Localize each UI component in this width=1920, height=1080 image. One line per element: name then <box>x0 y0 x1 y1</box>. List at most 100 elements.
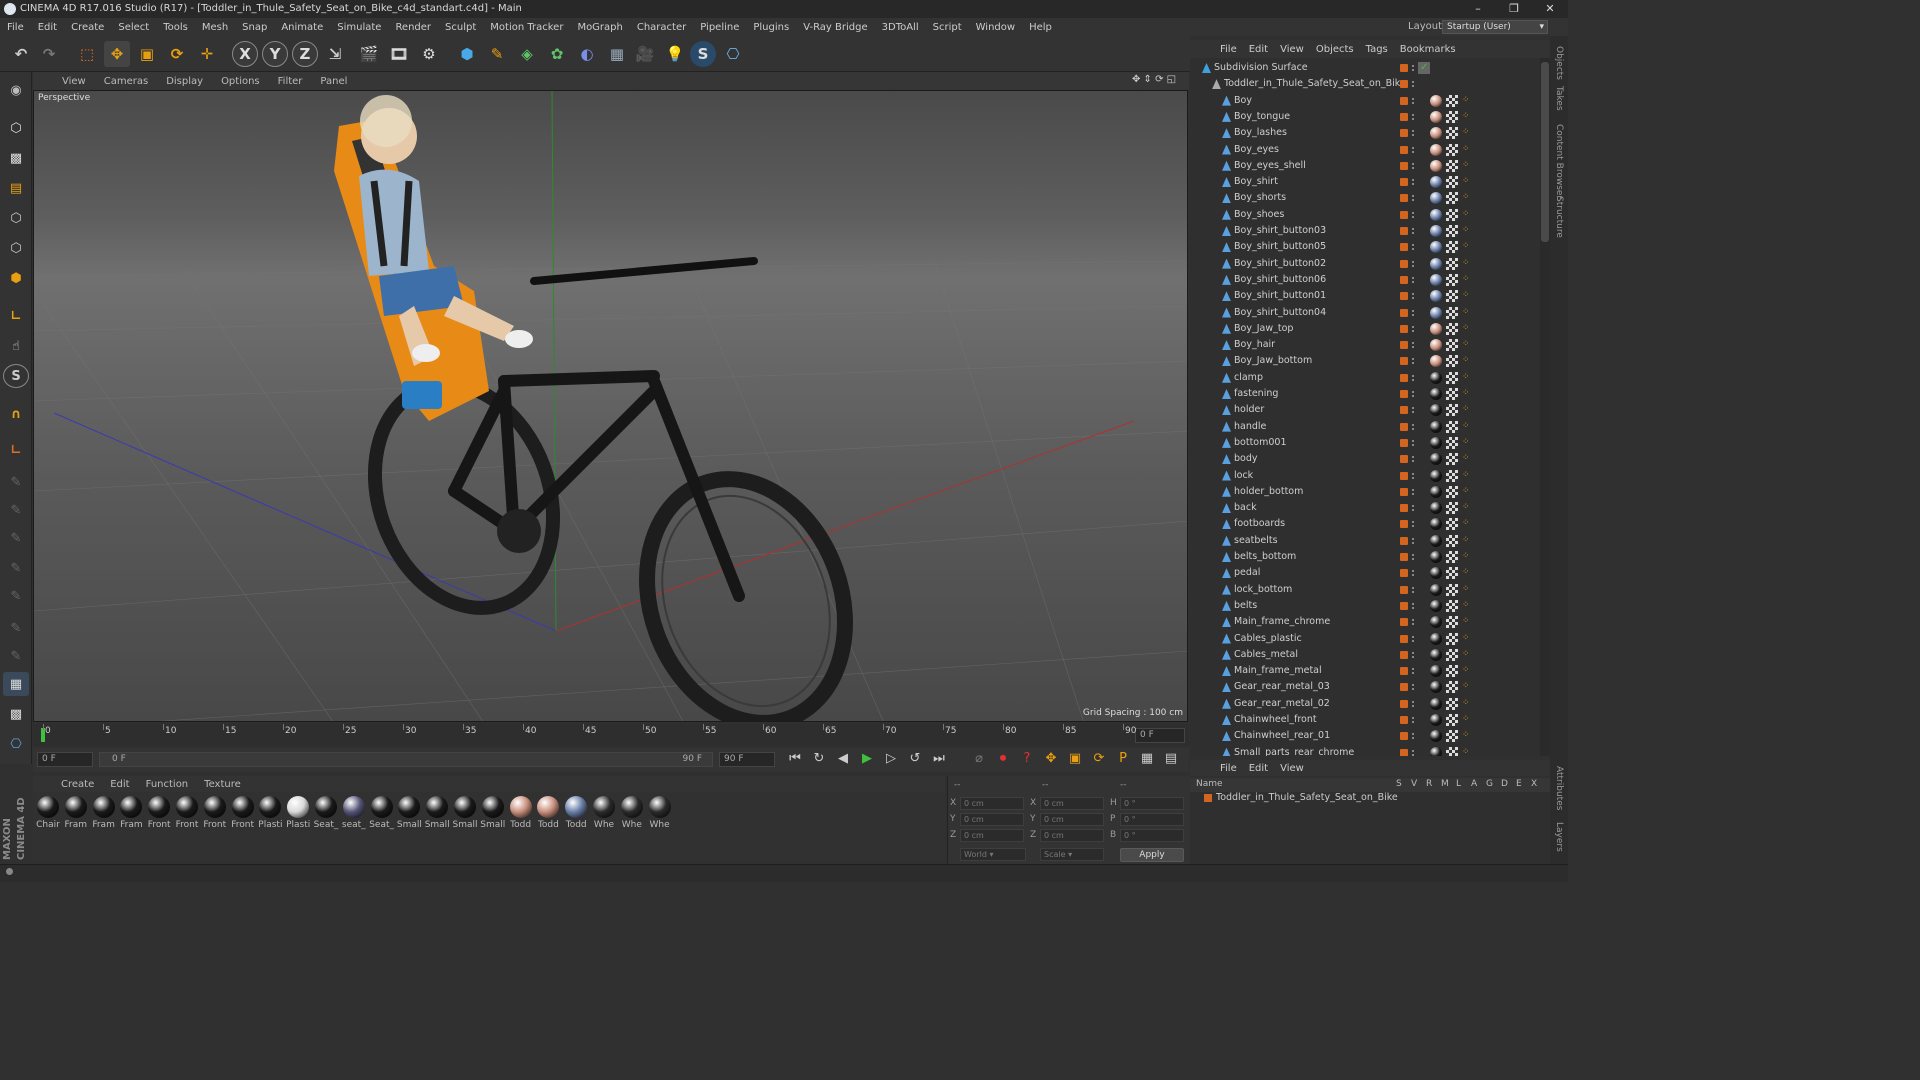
layer-color-icon[interactable] <box>1400 504 1408 513</box>
object-name[interactable]: Boy_shoes <box>1234 209 1284 220</box>
visibility-dots-icon[interactable] <box>1412 211 1416 218</box>
object-row[interactable]: Boy_shirt ⁘ <box>1190 174 1538 190</box>
material-thumbnail[interactable]: Todd <box>535 796 561 830</box>
close-button[interactable]: ✕ <box>1532 0 1568 18</box>
viewport-menu-filter[interactable]: Filter <box>269 76 312 87</box>
object-name[interactable]: Gear_rear_metal_03 <box>1234 681 1330 692</box>
material-thumbnail[interactable]: Small <box>396 796 422 830</box>
object-name[interactable]: Boy_shirt_button04 <box>1234 307 1326 318</box>
menu-help[interactable]: Help <box>1022 22 1059 33</box>
layer-color-icon[interactable] <box>1400 634 1408 643</box>
material-menu-texture[interactable]: Texture <box>196 779 249 790</box>
material-tag-icon[interactable] <box>1430 453 1442 466</box>
layer-color-icon[interactable] <box>1400 259 1408 268</box>
texture-tag-icon[interactable] <box>1446 714 1458 726</box>
visibility-dots-icon[interactable] <box>1412 325 1416 332</box>
object-name[interactable]: holder <box>1234 404 1264 415</box>
material-tag-icon[interactable] <box>1430 681 1442 694</box>
object-row[interactable]: Boy_tongue ⁘ <box>1190 109 1538 125</box>
layer-column-header[interactable]: L <box>1456 779 1461 789</box>
phong-tag-icon[interactable]: ⁘ <box>1462 649 1474 661</box>
render-settings-icon[interactable]: ⚙ <box>416 41 442 67</box>
edges-mode-icon[interactable]: ⬡ <box>3 236 29 260</box>
texture-tag-icon[interactable] <box>1446 665 1458 678</box>
z-axis-button[interactable]: Z <box>292 41 318 67</box>
layer-color-icon[interactable] <box>1400 308 1408 317</box>
material-thumbnail[interactable]: Front <box>202 796 228 830</box>
material-tag-icon[interactable] <box>1430 257 1442 270</box>
timeline-ruler[interactable]: 0 F 0 5 10 15 20 25 30 35 40 45 50 55 60 65 70 75 80 85 90 <box>33 724 1189 746</box>
layer-column-header[interactable]: X <box>1531 779 1537 789</box>
layer-color-swatch[interactable] <box>1204 794 1212 802</box>
object-name[interactable]: Toddler_in_Thule_Safety_Seat_on_Bike <box>1224 78 1406 89</box>
layer-color-icon[interactable] <box>1400 145 1408 154</box>
layout-select[interactable]: Startup (User) ▾ <box>1442 20 1548 34</box>
layer-color-icon[interactable] <box>1400 210 1408 219</box>
material-tag-icon[interactable] <box>1430 290 1442 303</box>
model-mode-icon[interactable]: ◉ <box>3 78 29 102</box>
layer-color-icon[interactable] <box>1400 536 1408 545</box>
coord-system-icon[interactable]: ⇲ <box>322 41 348 67</box>
object-row[interactable]: Boy_shoes ⁘ <box>1190 207 1538 223</box>
rotation-h-field[interactable]: 0 ° <box>1120 797 1184 810</box>
layer-color-icon[interactable] <box>1400 243 1408 252</box>
visibility-dots-icon[interactable] <box>1412 179 1416 186</box>
phong-tag-icon[interactable]: ⁘ <box>1462 681 1474 693</box>
object-row[interactable]: Gear_rear_metal_02 ⁘ <box>1190 696 1538 712</box>
object-row[interactable]: clamp ⁘ <box>1190 370 1538 386</box>
side-tab-content-browser[interactable]: Content Browser <box>1554 124 1564 199</box>
texture-tag-icon[interactable] <box>1446 681 1458 694</box>
menu-file[interactable]: File <box>0 22 31 33</box>
material-tag-icon[interactable] <box>1430 273 1442 286</box>
material-tag-icon[interactable] <box>1430 599 1442 612</box>
visibility-dots-icon[interactable] <box>1412 195 1416 202</box>
visibility-dots-icon[interactable] <box>1412 358 1416 365</box>
key-move-icon[interactable]: ✥ <box>1041 751 1061 766</box>
phong-tag-icon[interactable]: ⁘ <box>1462 600 1474 612</box>
menu-motion-tracker[interactable]: Motion Tracker <box>483 22 570 33</box>
side-tab-objects[interactable]: Objects <box>1554 46 1564 80</box>
texture-tag-icon[interactable] <box>1446 273 1458 286</box>
sculpt-icon[interactable]: ✎ <box>3 526 29 550</box>
material-tag-icon[interactable] <box>1430 714 1442 726</box>
layer-color-icon[interactable] <box>1400 553 1408 561</box>
object-row[interactable]: fastening ⁘ <box>1190 386 1538 402</box>
object-row[interactable]: bottom001 ⁘ <box>1190 435 1538 451</box>
visibility-dots-icon[interactable] <box>1412 684 1416 691</box>
texture-tag-icon[interactable] <box>1446 176 1458 189</box>
material-tag-icon[interactable] <box>1430 485 1442 498</box>
phong-tag-icon[interactable]: ⁘ <box>1462 518 1474 530</box>
object-name[interactable]: holder_bottom <box>1234 486 1303 497</box>
side-tab-takes[interactable]: Takes <box>1554 86 1564 111</box>
layer-color-icon[interactable] <box>1400 455 1408 464</box>
visibility-dots-icon[interactable] <box>1412 407 1416 414</box>
texture-tag-icon[interactable] <box>1446 127 1458 140</box>
move-icon[interactable]: ✥ <box>104 41 130 67</box>
phong-tag-icon[interactable]: ⁘ <box>1462 274 1474 286</box>
phong-tag-icon[interactable]: ⁘ <box>1462 437 1474 449</box>
layer-color-icon[interactable] <box>1400 650 1408 659</box>
phong-tag-icon[interactable]: ⁘ <box>1462 111 1474 123</box>
phong-tag-icon[interactable]: ⁘ <box>1462 95 1474 107</box>
pen-icon[interactable]: ✎ <box>484 41 510 67</box>
material-thumbnail[interactable]: Whe <box>619 796 645 830</box>
layer-color-icon[interactable] <box>1400 683 1408 692</box>
layer-color-icon[interactable] <box>1400 129 1408 138</box>
texture-tag-icon[interactable] <box>1446 339 1458 352</box>
visibility-dots-icon[interactable] <box>1412 537 1416 544</box>
object-menu-view[interactable]: View <box>1274 44 1310 55</box>
material-menu-create[interactable]: Create <box>53 779 102 790</box>
object-menu-file[interactable]: File <box>1214 44 1243 55</box>
visibility-dots-icon[interactable] <box>1412 423 1416 430</box>
layer-color-icon[interactable] <box>1400 732 1408 741</box>
material-menu-function[interactable]: Function <box>138 779 197 790</box>
material-tag-icon[interactable] <box>1430 616 1442 629</box>
material-tag-icon[interactable] <box>1430 551 1442 563</box>
visibility-dots-icon[interactable] <box>1412 635 1416 642</box>
coord-system-select[interactable]: World ▾ <box>960 848 1026 861</box>
polygons-mode-icon[interactable]: ⬢ <box>3 266 29 290</box>
light-icon[interactable]: 💡 <box>662 41 688 67</box>
texture-tag-icon[interactable] <box>1446 697 1458 710</box>
material-tag-icon[interactable] <box>1430 94 1442 107</box>
phong-tag-icon[interactable]: ⁘ <box>1462 307 1474 319</box>
